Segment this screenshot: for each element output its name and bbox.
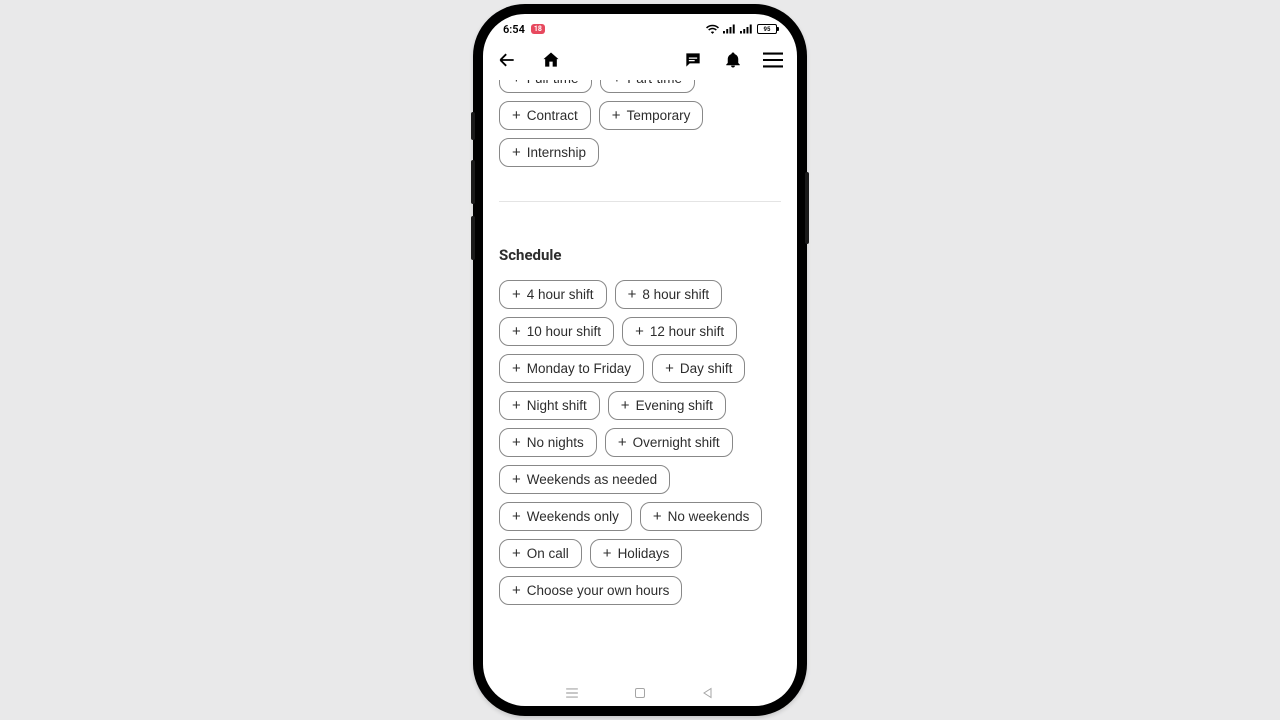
schedule-section-title: Schedule (499, 246, 781, 264)
filter-chip[interactable]: + Night shift (499, 391, 600, 420)
system-recent-icon[interactable] (565, 686, 579, 700)
filter-chip[interactable]: +10 hour shift (499, 317, 614, 346)
signal-icon (723, 24, 736, 34)
plus-icon: + (635, 324, 644, 339)
chip-label: No nights (527, 435, 584, 450)
chip-label: Night shift (527, 398, 587, 413)
chip-label: 10 hour shift (527, 324, 601, 339)
filter-chip[interactable]: + Evening shift (608, 391, 726, 420)
plus-icon: + (512, 80, 521, 86)
filter-chip[interactable]: +4 hour shift (499, 280, 607, 309)
wifi-icon (706, 24, 719, 34)
phone-screen: 6:54 18 95 (483, 14, 797, 706)
plus-icon: + (512, 546, 521, 561)
signal-icon (740, 24, 753, 34)
chip-label: Monday to Friday (527, 361, 631, 376)
filter-chip[interactable]: + No weekends (640, 502, 763, 531)
filter-chip[interactable]: + No nights (499, 428, 597, 457)
plus-icon: + (628, 287, 637, 302)
plus-icon: + (512, 145, 521, 160)
chip-label: Evening shift (636, 398, 713, 413)
content-scroll[interactable]: + Full-time + Part-time + Contract + Tempora… (483, 80, 797, 680)
chip-label: Day shift (680, 361, 733, 376)
job-type-chip-row-partial: + Full-time + Part-time (499, 80, 781, 93)
home-icon[interactable] (541, 50, 561, 70)
plus-icon: + (653, 509, 662, 524)
bell-icon[interactable] (723, 50, 743, 70)
filter-chip[interactable]: + Contract (499, 101, 591, 130)
chip-label: Part-time (627, 80, 682, 86)
filter-chip[interactable]: + Temporary (599, 101, 704, 130)
phone-side-button (471, 160, 475, 204)
filter-chip[interactable]: + Monday to Friday (499, 354, 644, 383)
plus-icon: + (512, 287, 521, 302)
chip-label: Weekends as needed (527, 472, 657, 487)
chip-label: 4 hour shift (527, 287, 594, 302)
filter-chip[interactable]: + Day shift (652, 354, 745, 383)
app-nav-bar (483, 40, 797, 80)
plus-icon: + (613, 80, 622, 86)
plus-icon: + (512, 472, 521, 487)
filter-chip[interactable]: + Holidays (590, 539, 683, 568)
filter-chip[interactable]: + Weekends only (499, 502, 632, 531)
phone-side-button (471, 216, 475, 260)
filter-chip[interactable]: +12 hour shift (622, 317, 737, 346)
chip-label: Internship (527, 145, 586, 160)
plus-icon: + (603, 546, 612, 561)
status-notification-badge: 18 (531, 24, 545, 34)
plus-icon: + (665, 361, 674, 376)
status-time: 6:54 (503, 23, 525, 36)
job-type-chip-row: + Contract + Temporary + Internship (499, 101, 781, 167)
chip-label: 12 hour shift (650, 324, 724, 339)
chip-label: Overnight shift (633, 435, 720, 450)
chip-label: No weekends (668, 509, 750, 524)
plus-icon: + (512, 108, 521, 123)
filter-chip[interactable]: + On call (499, 539, 582, 568)
chip-label: Contract (527, 108, 578, 123)
messages-icon[interactable] (683, 50, 703, 70)
chip-label: Weekends only (527, 509, 619, 524)
schedule-chip-group: +4 hour shift+8 hour shift+10 hour shift… (499, 280, 781, 605)
menu-icon[interactable] (763, 50, 783, 70)
system-back-icon[interactable] (701, 686, 715, 700)
plus-icon: + (512, 361, 521, 376)
back-icon[interactable] (497, 50, 517, 70)
chip-label: Choose your own hours (527, 583, 670, 598)
plus-icon: + (612, 108, 621, 123)
plus-icon: + (512, 435, 521, 450)
phone-side-button (805, 172, 809, 244)
chip-label: Holidays (618, 546, 670, 561)
status-bar: 6:54 18 95 (483, 14, 797, 40)
filter-chip[interactable]: + Choose your own hours (499, 576, 682, 605)
filter-chip[interactable]: +8 hour shift (615, 280, 723, 309)
filter-chip[interactable]: + Part-time (600, 80, 696, 93)
plus-icon: + (512, 398, 521, 413)
phone-frame: 6:54 18 95 (473, 4, 807, 716)
filter-chip[interactable]: + Weekends as needed (499, 465, 670, 494)
plus-icon: + (512, 583, 521, 598)
filter-chip[interactable]: + Overnight shift (605, 428, 733, 457)
plus-icon: + (512, 509, 521, 524)
chip-label: Full-time (527, 80, 579, 86)
plus-icon: + (621, 398, 630, 413)
filter-chip[interactable]: + Full-time (499, 80, 592, 93)
phone-side-button (471, 112, 475, 140)
filter-chip[interactable]: + Internship (499, 138, 599, 167)
system-home-icon[interactable] (633, 686, 647, 700)
section-divider (499, 201, 781, 202)
plus-icon: + (512, 324, 521, 339)
plus-icon: + (618, 435, 627, 450)
chip-label: 8 hour shift (642, 287, 709, 302)
battery-icon: 95 (757, 24, 777, 34)
chip-label: On call (527, 546, 569, 561)
chip-label: Temporary (627, 108, 691, 123)
system-nav-bar (483, 680, 797, 706)
